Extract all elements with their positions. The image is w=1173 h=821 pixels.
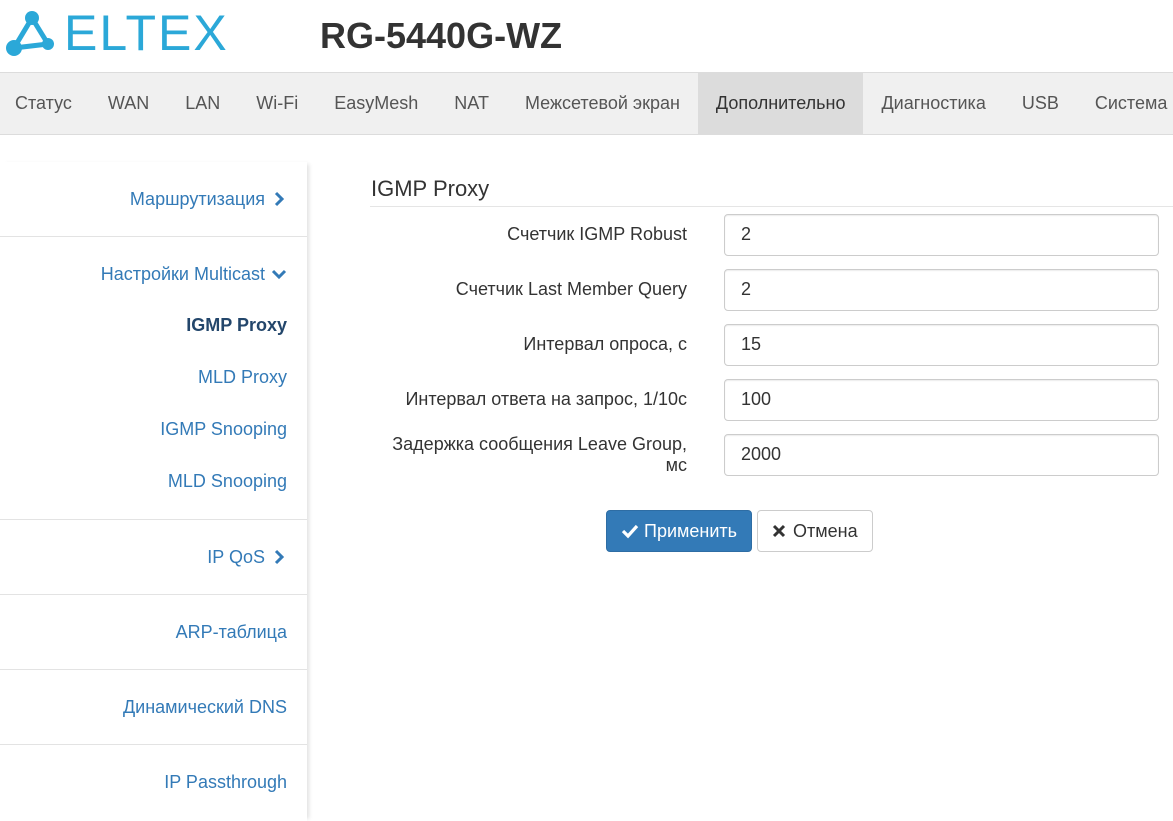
sidebar-item-dynamic-dns[interactable]: Динамический DNS xyxy=(0,670,307,744)
form-row-leave-group-delay: Задержка сообщения Leave Group, мс xyxy=(370,427,1173,482)
sidebar-group-ipqos: IP QoS xyxy=(0,520,307,595)
sidebar-item-ip-passthrough[interactable]: IP Passthrough xyxy=(0,745,307,819)
cancel-button[interactable]: Отмена xyxy=(757,510,873,552)
sidebar-item-label: Настройки Multicast xyxy=(100,263,265,284)
sidebar-item-mld-snooping[interactable]: MLD Snooping xyxy=(0,455,307,507)
sidebar-group-ddns: Динамический DNS xyxy=(0,670,307,745)
apply-button-label: Применить xyxy=(644,520,738,541)
leave-group-delay-label: Задержка сообщения Leave Group, мс xyxy=(392,433,687,475)
chevron-right-icon xyxy=(274,191,285,207)
logo-text: ELTEX xyxy=(64,5,229,61)
leave-group-delay-input[interactable] xyxy=(724,433,1159,476)
tab-lan[interactable]: LAN xyxy=(167,73,238,134)
apply-button[interactable]: Применить xyxy=(606,510,753,552)
form-buttons: Применить Отмена xyxy=(606,510,1173,552)
tab-status[interactable]: Статус xyxy=(0,73,90,134)
sidebar: Маршрутизация Настройки Multicast IGMP P… xyxy=(0,162,307,821)
cancel-button-label: Отмена xyxy=(793,520,858,541)
multicast-submenu: IGMP Proxy MLD Proxy IGMP Snooping MLD S… xyxy=(0,299,307,519)
sidebar-group-routing: Маршрутизация xyxy=(0,162,307,237)
sidebar-group-multicast: Настройки Multicast IGMP Proxy MLD Proxy… xyxy=(0,237,307,520)
tab-easymesh[interactable]: EasyMesh xyxy=(316,73,436,134)
checkmark-icon xyxy=(621,524,639,539)
tab-diagnostics[interactable]: Диагностика xyxy=(863,73,1003,134)
sidebar-item-label: Маршрутизация xyxy=(129,188,265,209)
form-row-last-member-query: Счетчик Last Member Query xyxy=(370,262,1173,317)
page-title: IGMP Proxy xyxy=(370,162,1173,207)
sidebar-item-label: IP QoS xyxy=(207,546,265,567)
chevron-down-icon xyxy=(271,269,287,280)
igmp-robust-label: Счетчик IGMP Robust xyxy=(507,224,687,244)
tab-usb[interactable]: USB xyxy=(1004,73,1077,134)
response-interval-input[interactable] xyxy=(724,378,1159,421)
eltex-logo[interactable]: ELTEX xyxy=(4,6,229,60)
igmp-robust-input[interactable] xyxy=(724,213,1159,256)
sidebar-item-routing[interactable]: Маршрутизация xyxy=(0,162,307,236)
chevron-right-icon xyxy=(274,549,285,565)
sidebar-item-arp-table[interactable]: ARP-таблица xyxy=(0,595,307,669)
form-row-igmp-robust: Счетчик IGMP Robust xyxy=(370,207,1173,262)
tab-nat[interactable]: NAT xyxy=(436,73,507,134)
form-row-query-interval: Интервал опроса, с xyxy=(370,317,1173,372)
tab-system[interactable]: Система xyxy=(1077,73,1173,134)
form-row-response-interval: Интервал ответа на запрос, 1/10с xyxy=(370,372,1173,427)
sidebar-group-arp: ARP-таблица xyxy=(0,595,307,670)
header: ELTEX RG-5440G-WZ xyxy=(0,0,1173,72)
sidebar-group-passthrough: IP Passthrough xyxy=(0,745,307,819)
sidebar-item-mld-proxy[interactable]: MLD Proxy xyxy=(0,351,307,403)
main-content: IGMP Proxy Счетчик IGMP Robust Счетчик L… xyxy=(370,162,1173,552)
last-member-query-input[interactable] xyxy=(724,268,1159,311)
top-navigation: Статус WAN LAN Wi-Fi EasyMesh NAT Межсет… xyxy=(0,72,1173,135)
sidebar-item-ipqos[interactable]: IP QoS xyxy=(0,520,307,594)
tab-wifi[interactable]: Wi-Fi xyxy=(238,73,316,134)
tab-advanced[interactable]: Дополнительно xyxy=(697,73,864,134)
last-member-query-label: Счетчик Last Member Query xyxy=(455,279,687,299)
query-interval-label: Интервал опроса, с xyxy=(523,334,687,354)
sidebar-item-igmp-snooping[interactable]: IGMP Snooping xyxy=(0,403,307,455)
response-interval-label: Интервал ответа на запрос, 1/10с xyxy=(405,389,687,409)
device-model-title: RG-5440G-WZ xyxy=(320,15,563,56)
query-interval-input[interactable] xyxy=(724,323,1159,366)
close-icon xyxy=(772,524,786,538)
logo-network-icon xyxy=(6,11,54,56)
sidebar-item-igmp-proxy[interactable]: IGMP Proxy xyxy=(0,299,307,351)
tab-firewall[interactable]: Межсетевой экран xyxy=(507,73,698,134)
tab-wan[interactable]: WAN xyxy=(90,73,167,134)
